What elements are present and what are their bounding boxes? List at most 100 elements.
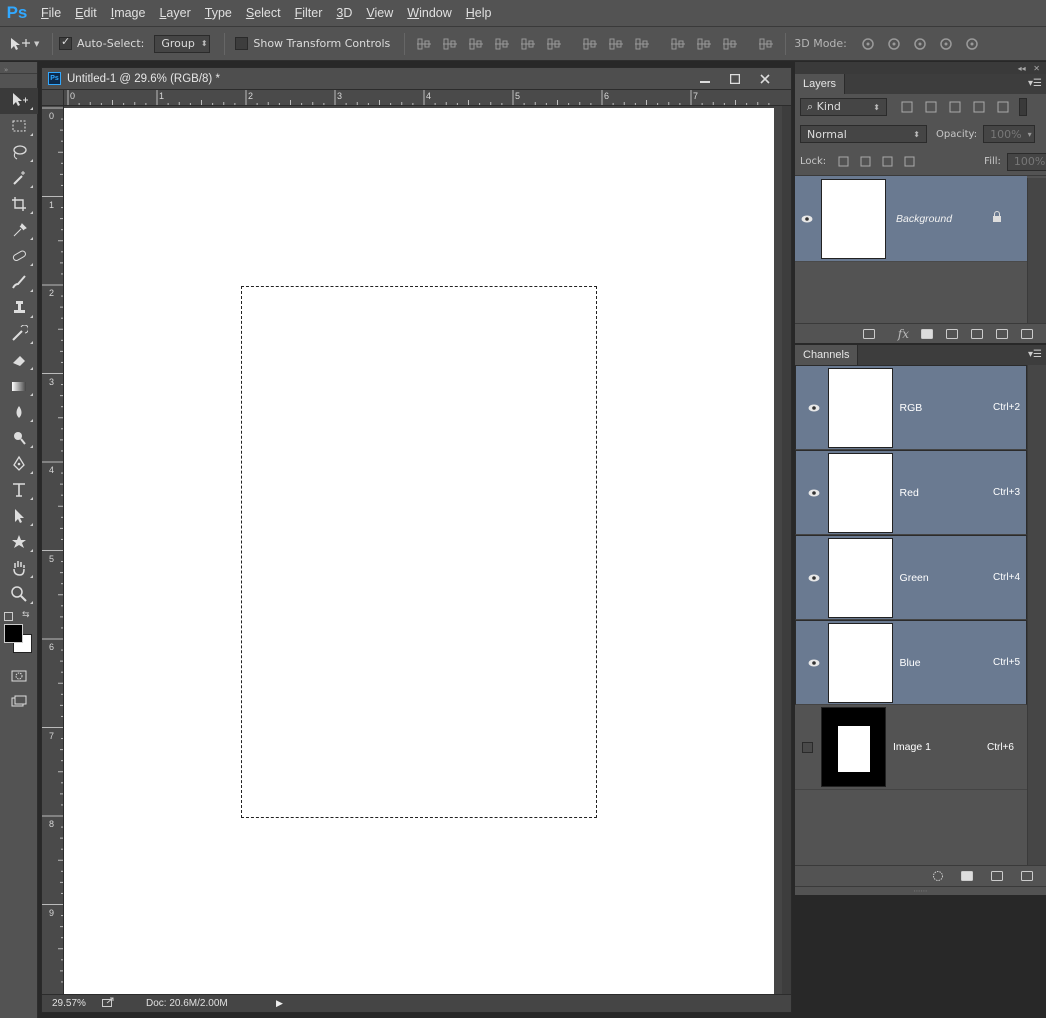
- 3d-pan-icon[interactable]: [910, 35, 930, 53]
- channels-scrollbar[interactable]: [1027, 365, 1046, 865]
- selection-marquee[interactable]: [241, 286, 597, 818]
- auto-select-dropdown[interactable]: Group ⬍: [154, 34, 211, 53]
- lock-image-pixels-icon[interactable]: [857, 154, 873, 170]
- menu-help[interactable]: Help: [459, 0, 499, 27]
- link-layers-icon[interactable]: [862, 328, 876, 340]
- blend-mode-dropdown[interactable]: Normal ⬍: [800, 125, 927, 143]
- delete-channel-icon[interactable]: [1020, 870, 1034, 882]
- vertical-ruler[interactable]: 0 1 2 3 4 5 6 7 8 9: [42, 106, 64, 996]
- hand-tool[interactable]: [0, 556, 38, 582]
- screen-mode-button[interactable]: [0, 690, 38, 716]
- layer-row[interactable]: Background: [795, 176, 1027, 262]
- visibility-eye-icon[interactable]: [802, 659, 826, 667]
- tab-channels[interactable]: Channels: [795, 345, 859, 365]
- channel-row[interactable]: Red Ctrl+3: [795, 450, 1027, 535]
- channel-row[interactable]: Green Ctrl+4: [795, 535, 1027, 620]
- gradient-tool[interactable]: [0, 374, 38, 400]
- panel-resize-grip[interactable]: ⋯⋯: [795, 886, 1046, 895]
- pen-tool[interactable]: [0, 452, 38, 478]
- visibility-eye-icon[interactable]: [795, 215, 819, 223]
- rectangular-marquee-tool[interactable]: [0, 114, 38, 140]
- type-tool[interactable]: [0, 478, 38, 504]
- close-button[interactable]: [753, 71, 777, 87]
- distribute-top-icon[interactable]: [581, 35, 599, 53]
- layers-panel-menu-icon[interactable]: ▾☰: [1028, 78, 1042, 89]
- lock-position-icon[interactable]: [879, 154, 895, 170]
- eraser-tool[interactable]: [0, 348, 38, 374]
- new-channel-icon[interactable]: [990, 870, 1004, 882]
- new-layer-icon[interactable]: [995, 328, 1009, 340]
- type-filter-icon[interactable]: [947, 99, 963, 115]
- vertical-scrollbar[interactable]: [782, 106, 791, 996]
- auto-select-checkbox[interactable]: [59, 35, 72, 50]
- channel-row[interactable]: Image 1 Ctrl+6: [795, 705, 1027, 790]
- delete-layer-icon[interactable]: [1020, 328, 1034, 340]
- magic-wand-tool[interactable]: [0, 166, 38, 192]
- menu-type[interactable]: Type: [198, 0, 239, 27]
- distribute-left-icon[interactable]: [669, 35, 687, 53]
- blur-tool[interactable]: [0, 400, 38, 426]
- 3d-roll-icon[interactable]: [884, 35, 904, 53]
- visibility-eye-icon[interactable]: [802, 404, 826, 412]
- align-left-icon[interactable]: [493, 35, 511, 53]
- distribute-vcenter-icon[interactable]: [607, 35, 625, 53]
- channels-panel-menu-icon[interactable]: ▾☰: [1028, 349, 1042, 360]
- visibility-eye-icon[interactable]: [802, 574, 826, 582]
- maximize-button[interactable]: [723, 71, 747, 87]
- export-icon[interactable]: [86, 997, 146, 1010]
- lasso-tool[interactable]: [0, 140, 38, 166]
- canvas-area[interactable]: [64, 106, 782, 996]
- shape-filter-icon[interactable]: [971, 99, 987, 115]
- lock-all-icon[interactable]: [901, 154, 917, 170]
- pixel-filter-icon[interactable]: [899, 99, 915, 115]
- auto-align-icon[interactable]: [757, 35, 775, 53]
- layers-scrollbar[interactable]: [1027, 178, 1046, 323]
- load-channel-selection-icon[interactable]: [932, 870, 944, 882]
- panel-collapse-bar[interactable]: ◂◂ ✕: [795, 62, 1046, 74]
- layer-filter-kind[interactable]: ⌕ Kind ⬍: [800, 98, 887, 116]
- document-tab[interactable]: Ps Untitled-1 @ 29.6% (RGB/8) *: [42, 68, 791, 90]
- history-brush-tool[interactable]: [0, 322, 38, 348]
- align-top-icon[interactable]: [415, 35, 433, 53]
- distribute-right-icon[interactable]: [721, 35, 739, 53]
- dodge-tool[interactable]: [0, 426, 38, 452]
- align-bottom-icon[interactable]: [467, 35, 485, 53]
- menu-filter[interactable]: Filter: [288, 0, 330, 27]
- 3d-orbit-icon[interactable]: [858, 35, 878, 53]
- crop-tool[interactable]: [0, 192, 38, 218]
- 3d-slide-icon[interactable]: [936, 35, 956, 53]
- fill-field[interactable]: 100%▾: [1006, 152, 1046, 171]
- channel-row[interactable]: Blue Ctrl+5: [795, 620, 1027, 705]
- menu-3d[interactable]: 3D: [329, 0, 359, 27]
- foreground-color-swatch[interactable]: [4, 624, 23, 643]
- add-mask-icon[interactable]: [920, 328, 934, 340]
- status-menu-arrow-icon[interactable]: ▶: [276, 998, 283, 1009]
- quick-mask-button[interactable]: [0, 664, 38, 690]
- custom-shape-tool[interactable]: [0, 530, 38, 556]
- swap-colors-icon[interactable]: ⇆: [22, 610, 30, 620]
- menu-window[interactable]: Window: [400, 0, 458, 27]
- adjustment-filter-icon[interactable]: [923, 99, 939, 115]
- tools-panel-header[interactable]: »: [0, 62, 37, 74]
- canvas[interactable]: [64, 108, 774, 996]
- menu-file[interactable]: File: [34, 0, 68, 27]
- zoom-level[interactable]: 29.57%: [42, 998, 86, 1009]
- move-tool-tool[interactable]: [0, 88, 38, 114]
- eyedropper-tool[interactable]: [0, 218, 38, 244]
- opacity-field[interactable]: 100% ▾: [983, 125, 1036, 143]
- smart-object-filter-icon[interactable]: [995, 99, 1011, 115]
- minimize-button[interactable]: [693, 71, 717, 87]
- align-vcenter-icon[interactable]: [441, 35, 459, 53]
- align-hcenter-icon[interactable]: [519, 35, 537, 53]
- menu-image[interactable]: Image: [104, 0, 153, 27]
- show-transform-checkbox[interactable]: [235, 37, 249, 50]
- ruler-origin[interactable]: [42, 90, 64, 106]
- menu-edit[interactable]: Edit: [68, 0, 104, 27]
- default-colors-icon[interactable]: [4, 612, 13, 621]
- new-group-icon[interactable]: [970, 328, 984, 340]
- menu-view[interactable]: View: [359, 0, 400, 27]
- healing-brush-tool[interactable]: [0, 244, 38, 270]
- visibility-toggle[interactable]: [795, 741, 819, 753]
- filter-toggle[interactable]: [1019, 98, 1027, 116]
- distribute-hcenter-icon[interactable]: [695, 35, 713, 53]
